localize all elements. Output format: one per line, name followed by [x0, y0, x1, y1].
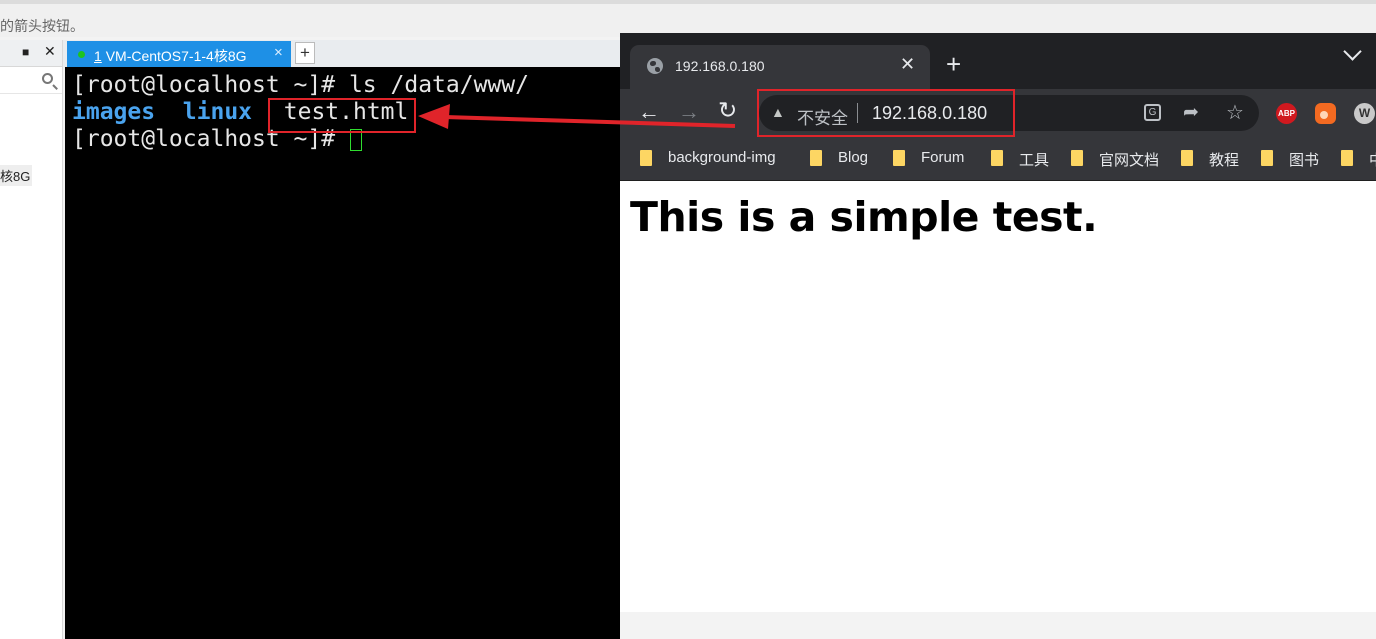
tab-close-icon[interactable]: × [274, 44, 283, 61]
add-tab-button[interactable]: + [295, 42, 315, 64]
terminal-tab-bar: 1 VM-CentOS7-1-4核8G × + [63, 40, 623, 67]
folder-icon [893, 150, 905, 166]
browser-toolbar: ← → ↻ ▲ 不安全 192.168.0.180 G ➦ ☆ ABP W [620, 89, 1376, 137]
browser-tabstrip: 192.168.0.180 ✕ + [620, 33, 1376, 89]
connected-status-icon [78, 51, 85, 58]
search-icon[interactable] [42, 73, 53, 84]
share-icon[interactable]: ➦ [1183, 101, 1199, 124]
browser-tab-title: 192.168.0.180 [675, 58, 765, 74]
folder-icon [991, 150, 1003, 166]
hint-text: 的箭头按钮。 [0, 18, 84, 34]
folder-icon [1181, 150, 1193, 166]
browser-window: 192.168.0.180 ✕ + ← → ↻ ▲ 不安全 192.168.0.… [620, 33, 1376, 612]
tab-vm-centos[interactable]: 1 VM-CentOS7-1-4核8G × [67, 41, 291, 67]
desktop-background [620, 612, 1376, 639]
reload-icon[interactable]: ↻ [718, 97, 737, 124]
folder-icon [1261, 150, 1273, 166]
bookmarks-bar: background-img Blog Forum 工具 官网文档 教程 图书 … [620, 137, 1376, 181]
back-arrow-icon[interactable]: ← [638, 99, 660, 125]
session-search-input[interactable] [0, 67, 62, 94]
session-item-label[interactable]: 核8G [0, 165, 33, 186]
panel-header: ■ ✕ [0, 40, 62, 67]
page-heading: This is a simple test. [630, 193, 1098, 241]
new-tab-button[interactable]: + [946, 51, 961, 77]
page-content: This is a simple test. [620, 181, 1376, 612]
browser-tab[interactable]: 192.168.0.180 ✕ [630, 45, 930, 89]
adblock-extension-icon[interactable]: ABP [1276, 103, 1297, 124]
session-panel: ■ ✕ 核8G [0, 40, 63, 639]
folder-icon [1071, 150, 1083, 166]
tab-close-icon[interactable]: ✕ [900, 54, 915, 75]
translate-icon[interactable]: G [1144, 104, 1161, 121]
pin-icon[interactable]: ■ [22, 45, 29, 59]
dir-entry: images [72, 99, 156, 125]
globe-icon [647, 58, 663, 74]
tab-title: 1 VM-CentOS7-1-4核8G [94, 48, 247, 64]
terminal-line: [root@localhost ~]# ls /data/www/ [72, 72, 529, 98]
annotation-box-filename [268, 98, 416, 133]
w-extension-icon[interactable]: W [1354, 103, 1375, 124]
forward-arrow-icon[interactable]: → [678, 99, 700, 125]
folder-icon [810, 150, 822, 166]
bookmark-star-icon[interactable]: ☆ [1226, 100, 1244, 125]
terminal-output[interactable]: [root@localhost ~]# ls /data/www/ images… [65, 67, 625, 639]
folder-icon [640, 150, 652, 166]
close-icon[interactable]: ✕ [44, 43, 56, 60]
dir-entry: linux [182, 99, 253, 125]
rss-extension-icon[interactable] [1315, 103, 1336, 124]
chevron-down-icon[interactable] [1343, 42, 1362, 61]
folder-icon [1341, 150, 1353, 166]
annotation-box-url [757, 89, 1015, 137]
top-hint-bar: 的箭头按钮。 [0, 0, 1376, 37]
